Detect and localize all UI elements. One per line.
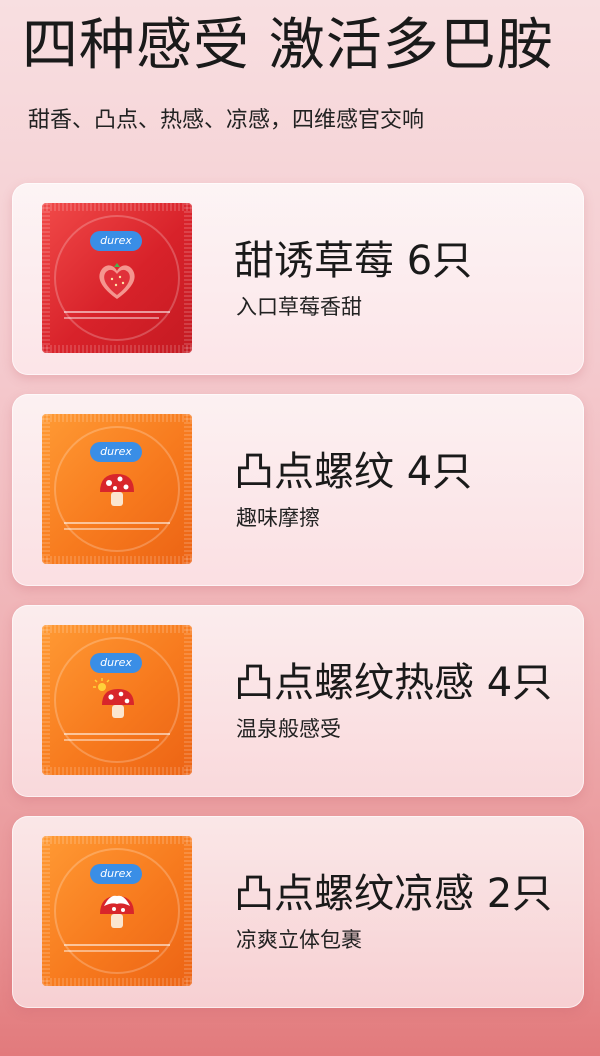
strawberry-heart-icon: [99, 263, 135, 299]
product-desc: 凉爽立体包裹: [236, 928, 362, 952]
product-name: 凸点螺纹热感 4只: [234, 660, 553, 706]
mushroom-icon: [100, 474, 134, 506]
product-desc: 温泉般感受: [236, 717, 341, 741]
product-pack-image: durex: [42, 625, 192, 775]
mushroom-sun-icon: [93, 678, 134, 718]
product-pack-image: durex: [42, 203, 192, 353]
brand-logo: durex: [90, 442, 142, 462]
product-card-dotted[interactable]: durex 凸点螺纹 4只 趣味摩擦: [12, 394, 584, 586]
product-desc: 入口草莓香甜: [236, 295, 362, 319]
product-pack-image: durex: [42, 836, 192, 986]
brand-logo: durex: [90, 231, 142, 251]
product-card-cooling[interactable]: durex 凸点螺纹凉感 2只 凉爽立体包裹: [12, 816, 584, 1008]
product-name: 凸点螺纹凉感 2只: [234, 871, 553, 917]
product-name: 凸点螺纹 4只: [234, 449, 473, 495]
product-card-strawberry[interactable]: durex 甜诱草莓 6只 入口草莓香甜: [12, 183, 584, 375]
mushroom-snow-icon: [100, 895, 134, 928]
product-card-warming[interactable]: durex 凸点螺纹热感 4只 温泉般感受: [12, 605, 584, 797]
page-subtitle: 甜香、凸点、热感、凉感，四维感官交响: [28, 108, 425, 133]
product-desc: 趣味摩擦: [236, 506, 320, 530]
product-name: 甜诱草莓 6只: [234, 238, 473, 284]
brand-logo: durex: [90, 653, 142, 673]
brand-logo: durex: [90, 864, 142, 884]
product-pack-image: durex: [42, 414, 192, 564]
page-title: 四种感受 激活多巴胺: [22, 13, 554, 78]
